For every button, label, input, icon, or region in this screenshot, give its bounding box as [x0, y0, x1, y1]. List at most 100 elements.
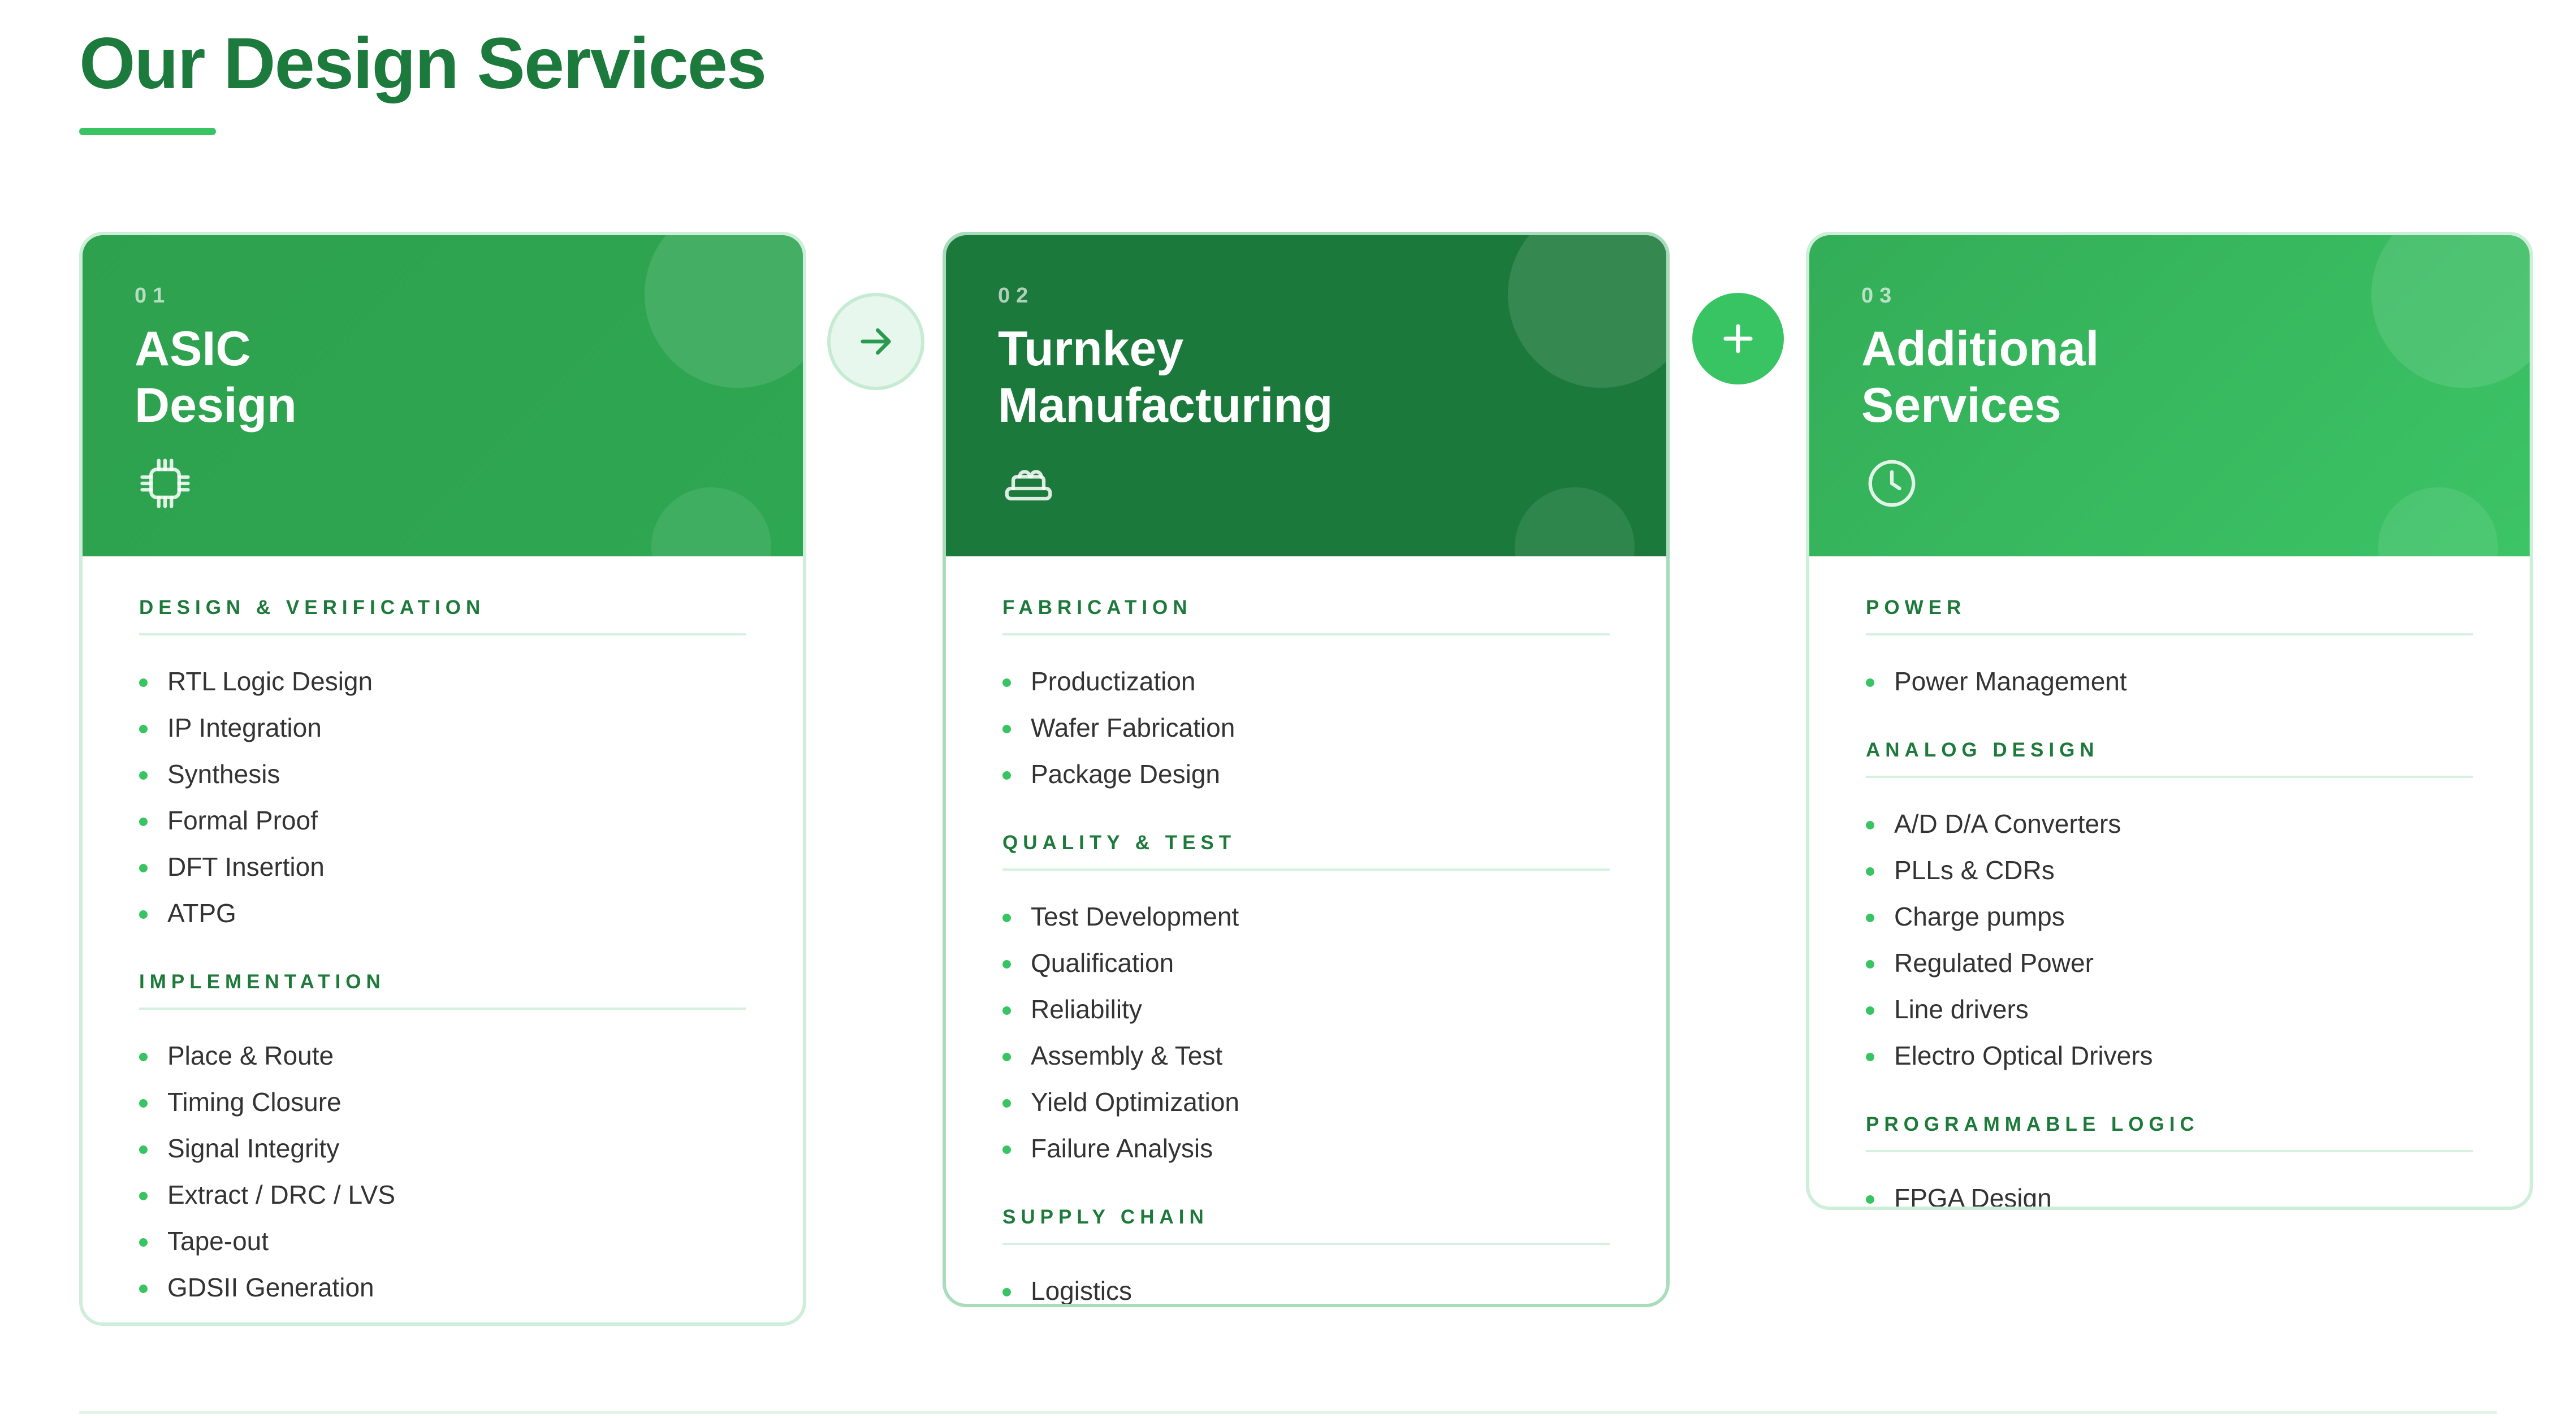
list-item-label: Power Management [1894, 667, 2127, 696]
card-body: POWER Power Management ANALOG DESIGN A/D… [1809, 556, 2530, 1210]
list-item: Assembly & Test [1002, 1032, 1610, 1079]
list-item: ATPG [139, 890, 746, 936]
list-item-label: Logistics [1031, 1276, 1132, 1305]
card-title-line: Additional [1861, 322, 2099, 376]
list-item-label: PLLs & CDRs [1894, 855, 2055, 885]
title-underline [79, 128, 216, 135]
card-title-line: ASIC [135, 322, 251, 376]
list-item: DFT Insertion [139, 844, 746, 890]
service-section: IMPLEMENTATION Place & Route Timing Clos… [139, 970, 746, 1311]
clock-icon [1861, 453, 1922, 514]
list-item: Line drivers [1866, 986, 2473, 1032]
plus-icon [1723, 324, 1753, 353]
bullet-dot-icon [1002, 1053, 1011, 1061]
list-item: A/D D/A Converters [1866, 801, 2473, 847]
decorative-circle [2378, 487, 2498, 556]
list-item-label: Synthesis [167, 759, 280, 789]
list-item: Logistics [1002, 1268, 1610, 1305]
service-list: Place & Route Timing Closure Signal Inte… [139, 1032, 746, 1311]
list-item-label: FPGA Design [1894, 1183, 2052, 1210]
list-item-label: Electro Optical Drivers [1894, 1041, 2153, 1070]
list-item-label: Failure Analysis [1031, 1134, 1213, 1163]
service-list: Power Management [1866, 658, 2473, 704]
section-heading: SUPPLY CHAIN [1002, 1205, 1610, 1245]
card-body: FABRICATION Productization Wafer Fabrica… [946, 556, 1666, 1305]
bullet-dot-icon [1002, 1145, 1011, 1154]
service-card-turnkey-manufacturing[interactable]: 02 Turnkey Manufacturing FABRICATION Prod… [943, 232, 1670, 1307]
service-section: SUPPLY CHAIN Logistics [1002, 1205, 1610, 1305]
bullet-dot-icon [1002, 725, 1011, 733]
service-list: A/D D/A Converters PLLs & CDRs Charge pu… [1866, 801, 2473, 1079]
list-item-label: DFT Insertion [167, 852, 325, 881]
list-item-label: Charge pumps [1894, 902, 2065, 931]
list-item-label: Regulated Power [1894, 948, 2094, 978]
card-title: Additional Services [1861, 321, 2325, 434]
bullet-dot-icon [1002, 914, 1011, 922]
service-list: RTL Logic Design IP Integration Synthesi… [139, 658, 746, 936]
service-section: QUALITY & TEST Test Development Qualific… [1002, 831, 1610, 1171]
service-card-additional-services[interactable]: 03 Additional Services POWER Power Manage… [1806, 232, 2533, 1210]
bullet-dot-icon [1866, 960, 1874, 969]
bullet-dot-icon [1002, 1288, 1011, 1296]
list-item-label: Test Development [1031, 902, 1239, 931]
bullet-dot-icon [139, 1238, 148, 1247]
service-card-asic-design[interactable]: 01 ASIC Design DESIGN & VERIFICATION RTL … [79, 232, 806, 1326]
list-item: Signal Integrity [139, 1125, 746, 1171]
bullet-dot-icon [1002, 960, 1011, 969]
list-item-label: A/D D/A Converters [1894, 809, 2121, 838]
card-title: ASIC Design [135, 321, 598, 434]
list-item: Timing Closure [139, 1079, 746, 1125]
list-item: Formal Proof [139, 797, 746, 844]
list-item-label: Formal Proof [167, 806, 318, 835]
bottom-divider [79, 1411, 2497, 1414]
list-item-label: Yield Optimization [1031, 1087, 1240, 1117]
list-item: Tape-out [139, 1218, 746, 1264]
service-list: Productization Wafer Fabrication Package… [1002, 658, 1610, 797]
list-item-label: IP Integration [167, 713, 322, 742]
plus-connector [1692, 293, 1784, 384]
list-item-label: Line drivers [1894, 995, 2029, 1024]
section-heading: QUALITY & TEST [1002, 831, 1610, 871]
list-item: Place & Route [139, 1032, 746, 1079]
bullet-dot-icon [1002, 1006, 1011, 1015]
list-item: GDSII Generation [139, 1264, 746, 1311]
bullet-dot-icon [139, 1099, 148, 1108]
list-item: Package Design [1002, 751, 1610, 797]
section-heading: DESIGN & VERIFICATION [139, 596, 746, 635]
section-heading: POWER [1866, 596, 2473, 635]
list-item: Regulated Power [1866, 940, 2473, 986]
list-item: Productization [1002, 658, 1610, 704]
decorative-circle [1515, 487, 1635, 556]
bullet-dot-icon [139, 1192, 148, 1200]
bullet-dot-icon [139, 678, 148, 687]
list-item-label: Package Design [1031, 759, 1220, 789]
bullet-dot-icon [1002, 678, 1011, 687]
list-item: Synthesis [139, 751, 746, 797]
bullet-dot-icon [139, 864, 148, 872]
section-heading: FABRICATION [1002, 596, 1610, 635]
service-section: POWER Power Management [1866, 596, 2473, 704]
list-item-label: Assembly & Test [1031, 1041, 1223, 1070]
bullet-dot-icon [139, 818, 148, 826]
chip-icon [135, 453, 196, 514]
bullet-dot-icon [139, 725, 148, 733]
list-item-label: Wafer Fabrication [1031, 713, 1235, 742]
page-title: Our Design Services [79, 23, 767, 104]
list-item-label: ATPG [167, 898, 236, 928]
list-item: Power Management [1866, 658, 2473, 704]
section-heading: ANALOG DESIGN [1866, 738, 2473, 778]
list-item: Test Development [1002, 893, 1610, 940]
bullet-dot-icon [1866, 821, 1874, 829]
list-item: PLLs & CDRs [1866, 847, 2473, 893]
card-title: Turnkey Manufacturing [998, 321, 1462, 434]
list-item: Qualification [1002, 940, 1610, 986]
list-item: IP Integration [139, 704, 746, 751]
list-item: Extract / DRC / LVS [139, 1171, 746, 1218]
bullet-dot-icon [1866, 1053, 1874, 1061]
list-item-label: Extract / DRC / LVS [167, 1180, 396, 1209]
section-heading: IMPLEMENTATION [139, 970, 746, 1010]
card-title-line: Services [1861, 378, 2061, 433]
card-header: 03 Additional Services [1809, 235, 2530, 556]
list-item-label: Tape-out [167, 1226, 269, 1256]
bullet-dot-icon [139, 910, 148, 919]
